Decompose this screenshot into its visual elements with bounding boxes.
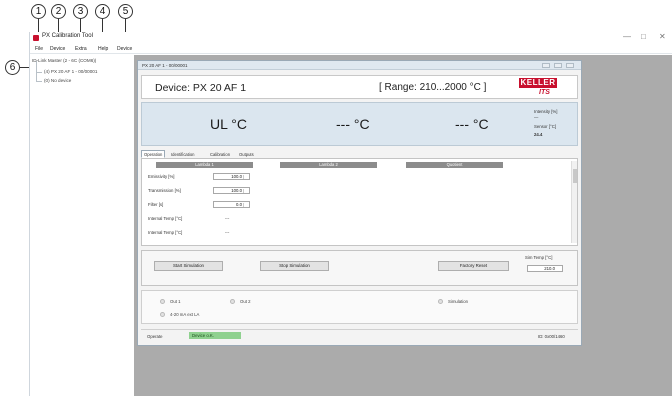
callout-4: 4 xyxy=(95,4,110,19)
main-window: PX Calibration Tool — □ ✕ File Device Ex… xyxy=(29,32,672,396)
simulation-panel: Start Simulation Stop Simulation Factory… xyxy=(141,250,578,286)
intensity-label: Intensity [%] xyxy=(534,109,558,114)
device-name: Device: PX 20 AF 1 xyxy=(155,82,247,94)
status-mode: Operate xyxy=(147,334,163,339)
filter-input[interactable]: 0.0 xyxy=(213,201,250,208)
minimize-button[interactable]: — xyxy=(623,32,631,41)
callout-1: 1 xyxy=(31,4,46,19)
scrollbar-thumb[interactable] xyxy=(573,169,577,183)
column-header-quotient: Quotient xyxy=(406,162,503,168)
device-id: ID: 0x00/1460 xyxy=(538,334,565,339)
device-window-title: PX 20 AF 1 - 00/00001 xyxy=(142,63,188,68)
row-label-transmission: Transmission [%] xyxy=(148,188,181,193)
out2-indicator xyxy=(230,299,235,304)
status-bar: Operate Device o.K. ID: 0x00/1460 xyxy=(141,329,578,341)
device-range: [ Range: 210...2000 °C ] xyxy=(379,82,487,93)
tree-item-no-device[interactable]: (0) No device xyxy=(44,78,71,83)
reading-lambda1: UL °C xyxy=(210,116,247,132)
device-window: PX 20 AF 1 - 00/00001 Device: PX 20 AF 1… xyxy=(137,60,582,346)
out1-label: Out 1 xyxy=(170,299,181,304)
row-label-internal-temp-2: Internal Temp [°C] xyxy=(148,230,183,235)
status-badge: Device o.K. xyxy=(189,332,241,339)
tree-connector xyxy=(36,61,37,81)
device-tree: ID-Link Master (2 - 6C (COM6)) (4) PX 20… xyxy=(30,55,134,396)
sensor-value: 24.4 xyxy=(534,132,543,137)
tab-calibration[interactable]: Calibration xyxy=(207,150,233,158)
column-header-lambda1: Lambda 1 xyxy=(156,162,253,168)
factory-reset-button[interactable]: Factory Reset xyxy=(438,261,509,271)
row-label-internal-temp-1: Internal Temp [°C] xyxy=(148,216,183,221)
row-label-filter: Filter [s] xyxy=(148,202,164,207)
callout-2: 2 xyxy=(51,4,66,19)
menu-help[interactable]: Help xyxy=(98,46,108,52)
simulation-indicator xyxy=(438,299,443,304)
ext-input-indicator xyxy=(160,312,165,317)
reading-quotient: --- °C xyxy=(455,116,489,132)
tab-operation[interactable]: Operation xyxy=(141,150,166,158)
vertical-scrollbar[interactable] xyxy=(571,161,577,243)
callout-6: 6 xyxy=(5,60,20,75)
callout-5: 5 xyxy=(118,4,133,19)
menu-device[interactable]: Device xyxy=(50,46,65,52)
out2-label: Out 2 xyxy=(240,299,251,304)
row-label-emissivity: Emissivity [%] xyxy=(148,174,175,179)
keller-logo-top: KELLER xyxy=(519,78,557,88)
menu-file[interactable]: File xyxy=(35,46,43,52)
tree-item-master[interactable]: ID-Link Master (2 - 6C (COM6)) xyxy=(32,58,96,63)
intensity-value: — xyxy=(534,115,539,120)
column-header-lambda2: Lambda 2 xyxy=(280,162,377,168)
transmission-input[interactable]: 100.0 xyxy=(213,187,250,194)
device-window-titlebar: PX 20 AF 1 - 00/00001 xyxy=(138,61,581,70)
operation-panel: Lambda 1 Lambda 2 Quotient Emissivity [%… xyxy=(141,158,578,246)
sim-temp-input[interactable]: 210.0 xyxy=(527,265,563,272)
child-close-button[interactable] xyxy=(566,63,574,68)
sim-temp-label: Sim Temp [°C] xyxy=(525,255,553,260)
tree-connector xyxy=(36,81,42,82)
keller-logo-bottom: ITS xyxy=(539,89,550,96)
start-simulation-button[interactable]: Start Simulation xyxy=(154,261,223,271)
tab-outputs[interactable]: Outputs xyxy=(236,150,257,158)
title-bar: PX Calibration Tool — □ ✕ xyxy=(30,32,672,45)
temperature-panel: UL °C --- °C --- °C Intensity [%] — Sens… xyxy=(141,102,578,146)
app-icon xyxy=(33,35,39,41)
io-status-panel: Out 1 Out 2 Simulation 4-20 mA ext LA xyxy=(141,290,578,324)
child-minimize-button[interactable] xyxy=(542,63,550,68)
internal-temp-2-value: --- xyxy=(225,230,230,235)
menu-bar: File Device Extra Help Device xyxy=(30,45,672,54)
emissivity-input[interactable]: 100.0 xyxy=(213,173,250,180)
window-title: PX Calibration Tool xyxy=(42,33,93,39)
tree-item-px20[interactable]: (4) PX 20 AF 1 - 00/00001 xyxy=(44,69,97,74)
keller-logo: KELLER ITS xyxy=(519,78,557,98)
menu-device-2[interactable]: Device xyxy=(117,46,132,52)
menu-extra[interactable]: Extra xyxy=(75,46,87,52)
ext-input-label: 4-20 mA ext LA xyxy=(170,312,200,317)
sensor-label: Sensor [°C] xyxy=(534,124,557,129)
mdi-workspace: PX 20 AF 1 - 00/00001 Device: PX 20 AF 1… xyxy=(134,55,672,396)
screenshot-root: 1 2 3 4 5 6 PX Calibration Tool — □ ✕ Fi… xyxy=(0,0,672,396)
stop-simulation-button[interactable]: Stop Simulation xyxy=(260,261,329,271)
simulation-label: Simulation xyxy=(448,299,469,304)
child-maximize-button[interactable] xyxy=(554,63,562,68)
close-button[interactable]: ✕ xyxy=(659,32,666,41)
reading-lambda2: --- °C xyxy=(336,116,370,132)
internal-temp-1-value: --- xyxy=(225,216,230,221)
tree-connector xyxy=(36,72,42,73)
device-header: Device: PX 20 AF 1 [ Range: 210...2000 °… xyxy=(141,75,578,99)
callout-3: 3 xyxy=(73,4,88,19)
tab-identification[interactable]: Identification xyxy=(168,150,198,158)
maximize-button[interactable]: □ xyxy=(641,32,646,41)
out1-indicator xyxy=(160,299,165,304)
